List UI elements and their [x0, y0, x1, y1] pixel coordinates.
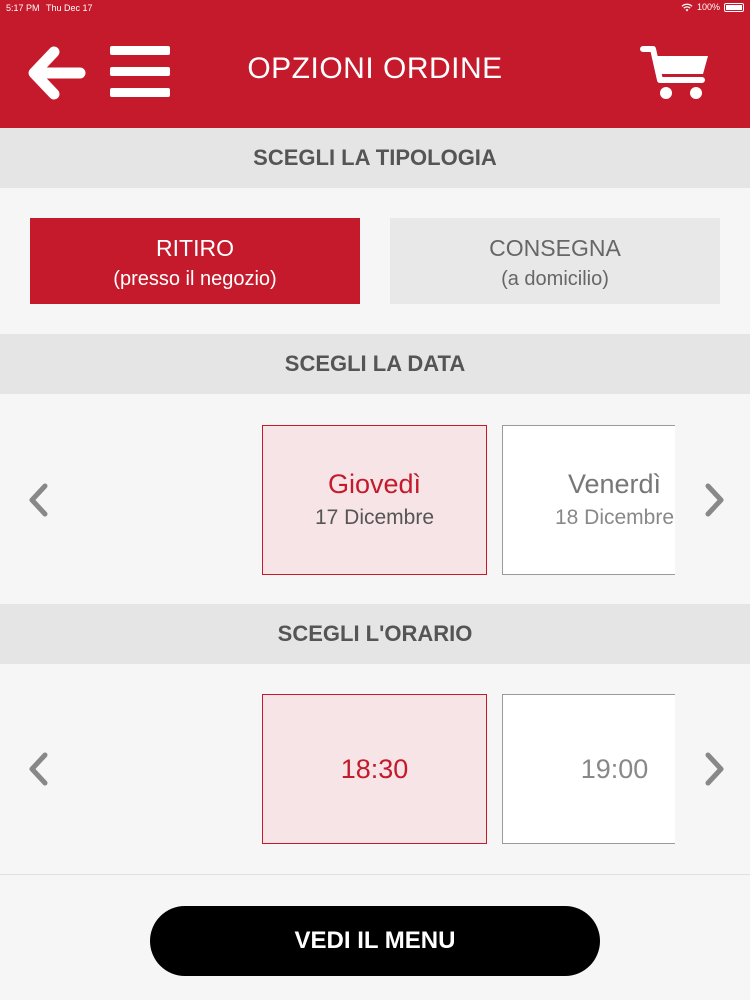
date-carousel: Giovedì 17 Dicembre Venerdì 18 Dicembre: [262, 425, 675, 575]
time-card-selected[interactable]: 18:30: [262, 694, 487, 844]
delivery-sublabel: (a domicilio): [501, 268, 609, 290]
chevron-left-icon: [29, 752, 48, 786]
status-right: 100%: [681, 2, 744, 12]
menu-line: [110, 88, 170, 97]
top-navigation-bar: OPZIONI ORDINE: [0, 16, 750, 128]
delivery-label: CONSEGNA: [489, 235, 621, 261]
pickup-label: RITIRO: [156, 235, 234, 261]
time-value: 18:30: [340, 754, 409, 784]
section-title-date: SCEGLI LA DATA: [0, 334, 750, 394]
back-arrow-icon: [28, 46, 86, 100]
menu-line: [110, 46, 170, 55]
date-card-selected[interactable]: Giovedì 17 Dicembre: [262, 425, 487, 575]
chevron-right-icon: [705, 752, 724, 786]
date-next-button[interactable]: [693, 476, 733, 524]
battery-percentage: 100%: [696, 2, 720, 12]
divider: [0, 874, 750, 875]
cart-icon: [640, 46, 708, 99]
section-title-type: SCEGLI LA TIPOLOGIA: [0, 128, 750, 188]
menu-line: [110, 67, 170, 76]
date-card[interactable]: Venerdì 18 Dicembre: [502, 425, 675, 575]
time-value: 19:00: [580, 754, 649, 784]
status-date: Thu Dec 17: [46, 3, 93, 13]
time-carousel: 18:30 19:00: [262, 694, 675, 844]
wifi-icon: [681, 3, 693, 11]
chevron-left-icon: [29, 483, 48, 517]
time-prev-button[interactable]: [20, 745, 60, 793]
time-next-button[interactable]: [693, 745, 733, 793]
date-prev-button[interactable]: [20, 476, 60, 524]
cart-button[interactable]: [640, 44, 712, 104]
date-date: 17 Dicembre: [314, 506, 435, 529]
status-bar: 5:17 PM Thu Dec 17 100%: [0, 0, 750, 16]
hamburger-menu-icon[interactable]: [110, 46, 172, 98]
battery-icon: [724, 2, 744, 12]
date-date: 18 Dicembre: [554, 506, 675, 529]
section-title-time: SCEGLI L'ORARIO: [0, 604, 750, 664]
pickup-option-button[interactable]: RITIRO (presso il negozio): [30, 218, 360, 304]
date-day: Venerdì: [567, 469, 662, 499]
time-card[interactable]: 19:00: [502, 694, 675, 844]
pickup-sublabel: (presso il negozio): [113, 268, 277, 290]
delivery-option-button[interactable]: CONSEGNA (a domicilio): [390, 218, 720, 304]
chevron-right-icon: [705, 483, 724, 517]
status-time: 5:17 PM: [6, 3, 40, 13]
date-day: Giovedì: [327, 469, 422, 499]
view-menu-button[interactable]: VEDI IL MENU: [150, 906, 600, 976]
page-title: OPZIONI ORDINE: [247, 52, 503, 85]
back-button[interactable]: [28, 46, 86, 100]
